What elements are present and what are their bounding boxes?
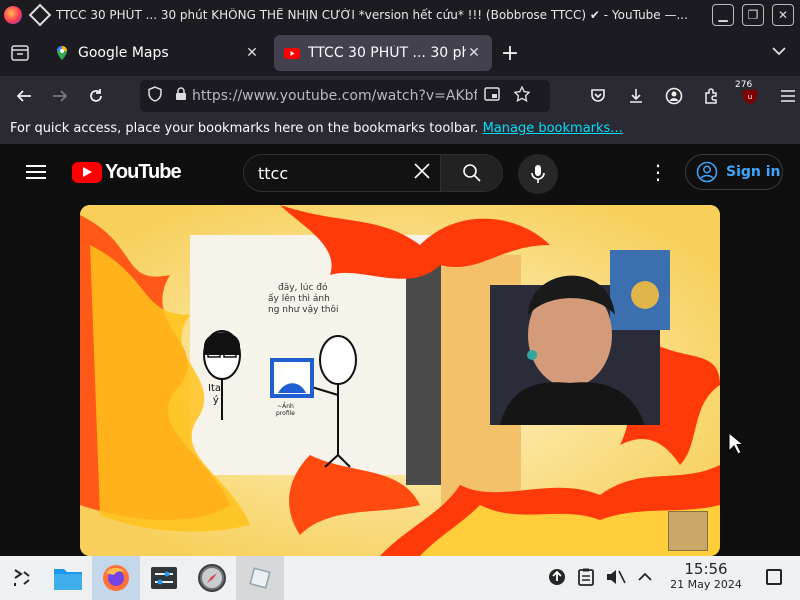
window-title: TTCC 30 PHÚT ... 30 phút KHÔNG THỂ NHỊN …	[56, 8, 688, 22]
taskbar: 15:56 21 May 2024	[0, 556, 800, 600]
tab-label: TTCC 30 PHÚT ... 30 phút	[308, 45, 466, 61]
tab-list-icon[interactable]	[0, 30, 40, 76]
search-input[interactable]	[244, 163, 404, 183]
player-area: đây, lúc đó ấy lên thì ảnh ng như vậy th…	[0, 200, 800, 556]
voice-search-button[interactable]	[518, 154, 558, 194]
picture-in-picture-icon[interactable]	[477, 87, 507, 105]
search-icon	[462, 164, 481, 182]
comic-character-label: Ital ý	[208, 383, 224, 406]
tab-bar: Google Maps ✕ TTCC 30 PHÚT ... 30 phút ✕…	[0, 30, 800, 76]
window-menu-icon[interactable]	[28, 3, 52, 27]
video-player[interactable]: đây, lúc đó ấy lên thì ảnh ng như vậy th…	[80, 205, 720, 556]
sign-in-button[interactable]: Sign in	[685, 154, 783, 190]
shield-icon[interactable]	[140, 86, 170, 106]
guide-menu-icon[interactable]	[26, 165, 46, 179]
video-frame	[80, 205, 720, 556]
close-tab-icon[interactable]: ✕	[466, 45, 482, 61]
youtube-header: YouTube ⋮ Sign in	[0, 144, 800, 200]
system-tray	[548, 568, 652, 586]
close-tab-icon[interactable]: ✕	[244, 45, 260, 61]
google-maps-icon	[54, 45, 70, 61]
bookmarks-toolbar: For quick access, place your bookmarks h…	[0, 116, 800, 144]
volume-muted-icon[interactable]	[606, 568, 626, 586]
chevron-up-icon[interactable]	[638, 572, 652, 582]
file-manager-icon[interactable]	[44, 556, 92, 600]
firefox-icon	[4, 6, 22, 24]
channel-watermark[interactable]	[668, 511, 708, 551]
address-bar[interactable]: https://www.youtube.com/watch?v=AKbf	[140, 80, 550, 112]
update-notifier-icon[interactable]	[548, 568, 566, 586]
youtube-logo[interactable]: YouTube	[72, 160, 182, 184]
url-text[interactable]: https://www.youtube.com/watch?v=AKbf	[192, 88, 477, 104]
new-tab-button[interactable]: +	[492, 41, 528, 66]
pocket-icon[interactable]	[580, 80, 616, 112]
lock-icon[interactable]	[170, 87, 192, 105]
search-box	[243, 154, 503, 192]
search-button[interactable]	[440, 155, 502, 191]
minimize-button[interactable]: ▁	[712, 4, 734, 26]
user-icon	[696, 161, 718, 183]
star-icon[interactable]	[507, 85, 537, 106]
clipboard-icon[interactable]	[578, 568, 594, 586]
menu-icon[interactable]	[770, 80, 800, 112]
forward-button[interactable]	[42, 80, 78, 112]
clock-time: 15:56	[684, 560, 728, 578]
clear-search-icon[interactable]	[404, 161, 440, 185]
youtube-icon	[284, 45, 300, 61]
reload-button[interactable]	[78, 80, 114, 112]
tab-google-maps[interactable]: Google Maps ✕	[44, 35, 270, 71]
downloads-icon[interactable]	[618, 80, 654, 112]
close-window-button[interactable]: ✕	[772, 4, 794, 26]
window-titlebar: TTCC 30 PHÚT ... 30 phút KHÔNG THỂ NHỊN …	[0, 0, 800, 30]
manage-bookmarks-link[interactable]: Manage bookmarks...	[483, 121, 623, 136]
svg-text:u: u	[748, 93, 752, 101]
extension-badge: 276	[732, 80, 756, 90]
comic-speech-text: đây, lúc đó ấy lên thì ảnh ng như vậy th…	[268, 283, 339, 315]
show-desktop-icon[interactable]	[766, 569, 782, 585]
youtube-logo-text: YouTube	[105, 160, 182, 183]
sign-in-label: Sign in	[726, 164, 781, 180]
mouse-cursor-icon	[728, 432, 744, 455]
chevron-down-icon[interactable]	[772, 44, 786, 60]
system-settings-icon[interactable]	[140, 556, 188, 600]
bookmarks-message: For quick access, place your bookmarks h…	[10, 121, 479, 136]
firefox-taskbar-icon[interactable]	[92, 556, 140, 600]
comic-caption: ~Ảnh profile	[276, 403, 295, 417]
extensions-icon[interactable]	[694, 80, 730, 112]
back-button[interactable]	[6, 80, 42, 112]
tab-youtube[interactable]: TTCC 30 PHÚT ... 30 phút ✕	[274, 35, 492, 71]
youtube-play-icon	[72, 161, 102, 183]
digital-clock[interactable]: 15:56 21 May 2024	[664, 560, 748, 591]
compass-app-icon[interactable]	[188, 556, 236, 600]
clock-date: 21 May 2024	[670, 578, 742, 591]
maximize-button[interactable]: ❐	[742, 4, 764, 26]
virtual-machine-icon[interactable]	[236, 556, 284, 600]
settings-menu-icon[interactable]: ⋮	[648, 160, 668, 184]
microphone-icon	[531, 165, 545, 183]
account-icon[interactable]	[656, 80, 692, 112]
tab-label: Google Maps	[78, 45, 169, 61]
application-launcher-icon[interactable]	[0, 556, 44, 600]
navigation-toolbar: https://www.youtube.com/watch?v=AKbf u	[0, 76, 800, 116]
